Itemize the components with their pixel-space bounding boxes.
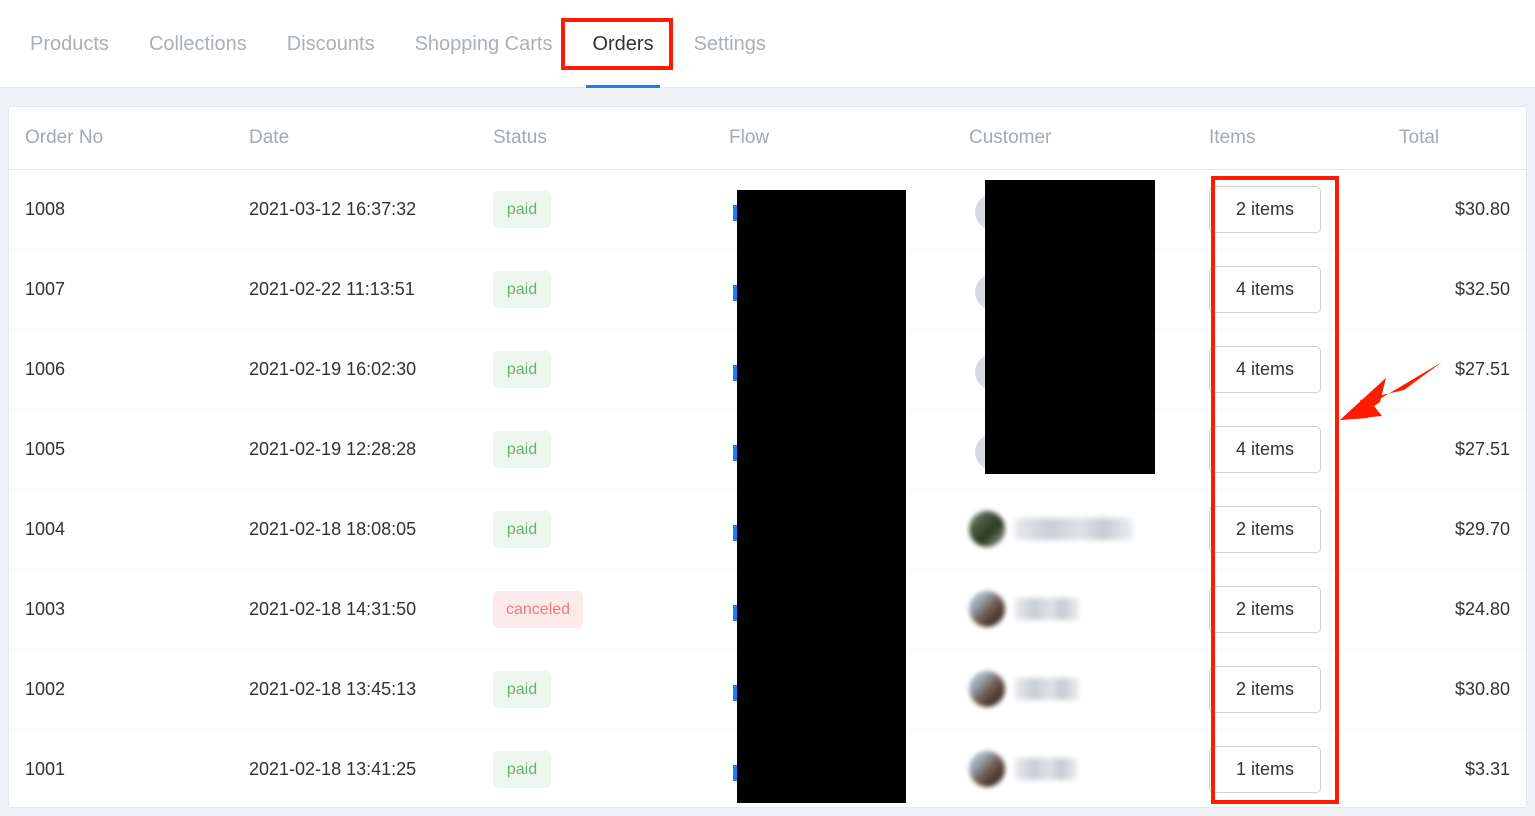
- items-count-button[interactable]: 4 items: [1209, 425, 1321, 473]
- cell-status: paid: [493, 649, 729, 730]
- tab-shopping-carts[interactable]: Shopping Carts: [395, 0, 573, 88]
- customer-identity: [969, 591, 1209, 627]
- cell-total: $27.51: [1399, 409, 1526, 490]
- items-count-button[interactable]: 2 items: [1209, 505, 1321, 553]
- status-badge: paid: [493, 750, 551, 788]
- customer-identity: [969, 511, 1209, 547]
- cell-status: canceled: [493, 569, 729, 650]
- status-badge: paid: [493, 350, 551, 388]
- cell-customer[interactable]: [969, 569, 1209, 650]
- cell-order-no: 1007: [9, 249, 249, 330]
- avatar: [969, 511, 1005, 547]
- cell-order-no: 1002: [9, 649, 249, 730]
- cell-customer[interactable]: [969, 489, 1209, 570]
- items-count-button[interactable]: 2 items: [1209, 665, 1321, 713]
- cell-date: 2021-02-18 18:08:05: [249, 489, 493, 570]
- customer-name-redacted: [1015, 758, 1077, 781]
- orders-page: Products Collections Discounts Shopping Car…: [0, 0, 1535, 816]
- cell-date: 2021-03-12 16:37:32: [249, 169, 493, 250]
- column-header-flow[interactable]: Flow: [729, 107, 969, 170]
- cell-total: $30.80: [1399, 169, 1526, 250]
- cell-order-no: 1003: [9, 569, 249, 650]
- status-badge: paid: [493, 190, 551, 228]
- cell-order-no: 1005: [9, 409, 249, 490]
- tab-orders[interactable]: Orders: [572, 0, 673, 88]
- items-count-button[interactable]: 4 items: [1209, 345, 1321, 393]
- cell-order-no: 1008: [9, 169, 249, 250]
- avatar: [969, 751, 1005, 788]
- cell-customer[interactable]: [969, 729, 1209, 807]
- column-header-status[interactable]: Status: [493, 107, 729, 170]
- tab-list: Products Collections Discounts Shopping Car…: [0, 0, 786, 88]
- tab-collections[interactable]: Collections: [129, 0, 267, 88]
- status-badge: paid: [493, 430, 551, 468]
- cell-total: $30.80: [1399, 649, 1526, 730]
- tab-discounts[interactable]: Discounts: [267, 0, 395, 88]
- tab-label: Orders: [592, 33, 654, 55]
- cell-date: 2021-02-19 16:02:30: [249, 329, 493, 410]
- column-header-order-no[interactable]: Order No: [9, 107, 249, 170]
- cell-date: 2021-02-18 14:31:50: [249, 569, 493, 650]
- tab-label: Collections: [148, 33, 247, 55]
- cell-items: 4 items: [1209, 409, 1399, 490]
- cell-items: 2 items: [1209, 169, 1399, 250]
- cell-total: $27.51: [1399, 329, 1526, 410]
- cell-customer[interactable]: [969, 649, 1209, 730]
- cell-date: 2021-02-18 13:41:25: [249, 758, 417, 779]
- tab-label: Shopping Carts: [414, 33, 553, 55]
- cell-total: $24.80: [1399, 569, 1526, 650]
- customer-name-redacted: [1015, 598, 1079, 620]
- cell-date: 2021-02-18 13:45:13: [249, 649, 493, 730]
- cell-items: 2 items: [1209, 649, 1399, 730]
- column-header-date[interactable]: Date: [249, 107, 493, 170]
- cell-total: $3.31: [1464, 758, 1510, 779]
- column-header-customer[interactable]: Customer: [969, 107, 1209, 170]
- cell-date: 2021-02-19 12:28:28: [249, 409, 493, 490]
- tab-label: Discounts: [286, 33, 375, 55]
- status-badge: paid: [493, 270, 551, 308]
- cell-items: 2 items: [1209, 569, 1399, 650]
- column-header-items[interactable]: Items: [1209, 107, 1399, 170]
- table-header-row: Order No Date Status Flow Customer Items…: [9, 107, 1526, 170]
- tab-label: Settings: [693, 33, 766, 55]
- items-count-button[interactable]: 2 items: [1209, 185, 1321, 233]
- items-count-button[interactable]: 4 items: [1209, 265, 1321, 313]
- customer-name-redacted: [1015, 678, 1079, 700]
- customer-column-redaction: [985, 180, 1155, 474]
- cell-items: 4 items: [1209, 249, 1399, 330]
- tab-active-underline: [586, 85, 660, 88]
- cell-order-no: 1004: [9, 489, 249, 570]
- cell-items: 4 items: [1209, 329, 1399, 410]
- cell-status: paid: [493, 489, 729, 570]
- customer-identity: [969, 751, 1209, 788]
- status-badge: canceled: [493, 590, 584, 628]
- status-badge: paid: [493, 670, 551, 708]
- customer-name-redacted: [1015, 518, 1133, 540]
- items-count-button[interactable]: 1 items: [1209, 745, 1321, 793]
- column-header-total[interactable]: Total: [1399, 107, 1526, 170]
- tab-label: Products: [30, 33, 109, 55]
- cell-total: $29.70: [1399, 489, 1526, 570]
- status-badge: paid: [493, 510, 551, 548]
- main-tab-bar: Products Collections Discounts Shopping Car…: [0, 0, 1535, 88]
- items-count-button[interactable]: 2 items: [1209, 585, 1321, 633]
- cell-items: 2 items: [1209, 489, 1399, 570]
- cell-status: paid: [493, 409, 729, 490]
- cell-status: paid: [493, 249, 729, 330]
- cell-total: $32.50: [1399, 249, 1526, 330]
- orders-table-head: Order No Date Status Flow Customer Items…: [9, 107, 1526, 170]
- avatar: [969, 591, 1005, 627]
- tab-products[interactable]: Products: [10, 0, 129, 88]
- cell-items: 1 items: [1209, 729, 1399, 807]
- tab-settings[interactable]: Settings: [674, 0, 786, 88]
- cell-order-no: 1006: [9, 329, 249, 410]
- cell-status: paid: [493, 329, 729, 410]
- flow-column-redaction: [737, 190, 906, 803]
- cell-status: paid: [493, 169, 729, 250]
- cell-order-no: 1001: [25, 758, 66, 779]
- customer-identity: [969, 671, 1209, 707]
- avatar: [969, 671, 1005, 707]
- cell-date: 2021-02-22 11:13:51: [249, 249, 493, 330]
- cell-status: paid: [493, 729, 729, 807]
